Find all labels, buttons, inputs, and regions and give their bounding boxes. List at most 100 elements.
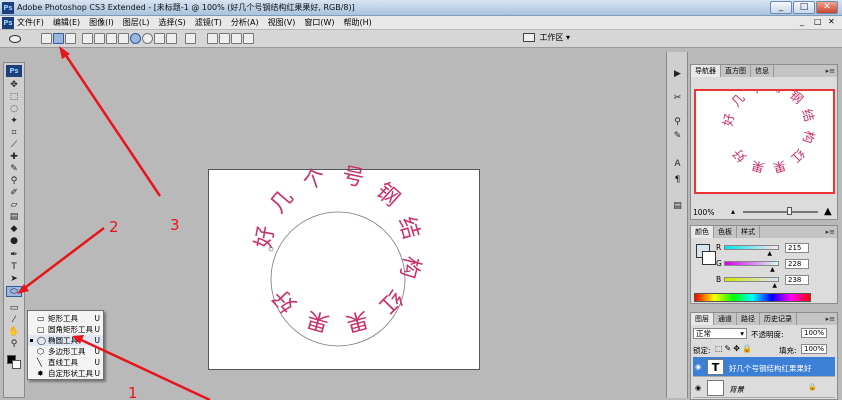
doc-close-button[interactable]: ✕ (828, 17, 835, 26)
tab-navigator[interactable]: 导航器 (691, 65, 721, 77)
dodge-tool-icon[interactable]: ● (7, 236, 21, 247)
workspace-switcher[interactable]: 工作区 ▾ (523, 32, 570, 43)
crop-tool-icon[interactable]: ⌗ (7, 128, 21, 139)
add-path-icon[interactable] (207, 33, 218, 44)
tab-swatches[interactable]: 色板 (714, 226, 737, 238)
layers-panel-menu-icon[interactable]: ▸≡ (826, 313, 835, 325)
pen-tool-icon[interactable] (82, 33, 93, 44)
zoom-out-icon[interactable]: ▴ (731, 207, 735, 216)
color-bg-swatch[interactable] (702, 251, 716, 265)
pen-tool-box-icon[interactable]: ✒ (7, 250, 21, 261)
layer-row-background[interactable]: ◉ 背景 🔒 (693, 378, 835, 398)
menu-image[interactable]: 图像(I) (89, 17, 114, 28)
healing-brush-icon[interactable]: ✚ (7, 152, 21, 163)
layer-name[interactable]: 好几个号钢结构红果果好 (729, 363, 812, 374)
flyout-item-line[interactable]: ╲ 直线工具 U (28, 357, 103, 368)
ellipse-tool-icon[interactable]: ⬭ (6, 286, 22, 297)
tab-paths[interactable]: 路径 (737, 313, 760, 325)
layer-comps-icon[interactable]: ▤ (671, 200, 684, 212)
paragraph-icon[interactable]: ¶ (671, 174, 684, 186)
channel-g-value[interactable]: 228 (785, 259, 809, 269)
freeform-pen-icon[interactable] (94, 33, 105, 44)
blend-mode-select[interactable]: 正常 ▾ (693, 328, 747, 339)
brush-tool-icon[interactable]: ✎ (7, 164, 21, 175)
maximize-button[interactable]: □ (793, 1, 815, 14)
tab-info[interactable]: 信息 (751, 65, 774, 77)
fill-input[interactable]: 100% (801, 344, 827, 354)
channel-g-marker[interactable]: ▲ (770, 266, 775, 273)
visibility-eye-icon[interactable]: ◉ (695, 363, 701, 371)
magic-wand-tool-icon[interactable]: ✦ (7, 116, 21, 127)
play-action-icon[interactable]: ▶ (671, 68, 684, 80)
channel-r-value[interactable]: 215 (785, 243, 809, 253)
zoom-slider-track[interactable] (743, 211, 818, 213)
lock-options-icon[interactable]: ⬚✎✥🔒 (715, 344, 754, 353)
channel-b-slider[interactable] (724, 277, 779, 282)
exclude-path-icon[interactable] (243, 33, 254, 44)
doc-restore-button[interactable]: □ (814, 17, 822, 26)
channel-r-marker[interactable]: ▲ (767, 250, 772, 257)
line-shape-icon[interactable] (154, 33, 165, 44)
notes-tool-icon[interactable]: ▭ (7, 303, 21, 314)
doc-minimize-button[interactable]: _ (800, 17, 804, 26)
shape-layers-icon[interactable] (41, 33, 52, 44)
tab-layers[interactable]: 图层 (691, 313, 714, 325)
flyout-item-ellipse[interactable]: ◯ 椭圆工具 U (28, 335, 103, 346)
slice-tool-icon[interactable]: ⟋ (7, 140, 21, 151)
lasso-tool-icon[interactable]: ◌ (7, 104, 21, 115)
hand-tool-icon[interactable]: ✋ (7, 327, 21, 338)
panel-menu-icon[interactable]: ▸≡ (826, 65, 835, 77)
eyedropper-tool-icon[interactable]: ⁄ (7, 315, 21, 326)
type-tool-icon[interactable]: T (7, 262, 21, 273)
blur-tool-icon[interactable]: ◆ (7, 224, 21, 235)
rounded-rect-shape-icon[interactable] (118, 33, 129, 44)
custom-shape-icon[interactable] (166, 33, 177, 44)
flyout-item-polygon[interactable]: ⬡ 多边形工具 U (28, 346, 103, 357)
channel-b-marker[interactable]: ▲ (772, 282, 777, 289)
flyout-item-custom-shape[interactable]: ✸ 自定形状工具 U (28, 368, 103, 379)
history-brush-icon[interactable]: ✐ (7, 188, 21, 199)
layer-name[interactable]: 背景 (729, 384, 744, 395)
rectangle-shape-icon[interactable] (106, 33, 117, 44)
minimize-button[interactable]: _ (770, 1, 792, 14)
tool-preset-ellipse-icon[interactable] (9, 35, 21, 43)
polygon-shape-icon[interactable] (142, 33, 153, 44)
zoom-slider-handle[interactable] (787, 207, 792, 215)
tools-icon[interactable]: ✂ (671, 92, 684, 104)
layer-row-text[interactable]: ◉ T 好几个号钢结构红果果好 (693, 357, 835, 377)
intersect-path-icon[interactable] (231, 33, 242, 44)
tab-histogram[interactable]: 直方图 (721, 65, 751, 77)
menu-window[interactable]: 窗口(W) (304, 17, 334, 28)
menu-analysis[interactable]: 分析(A) (231, 17, 259, 28)
geometry-options-icon[interactable] (185, 33, 196, 44)
menu-view[interactable]: 视图(V) (268, 17, 296, 28)
navigator-thumbnail[interactable]: 好几个号钢结构红果果好 (694, 78, 835, 194)
tab-styles[interactable]: 样式 (737, 226, 760, 238)
menu-edit[interactable]: 编辑(E) (53, 17, 80, 28)
character-icon[interactable]: A (671, 158, 684, 170)
clone-stamp-icon[interactable]: ⚲ (7, 176, 21, 187)
menu-select[interactable]: 选择(S) (158, 17, 185, 28)
flyout-item-rectangle[interactable]: ▭ 矩形工具 U (28, 313, 103, 324)
marquee-tool-icon[interactable]: ⬚ (7, 92, 21, 103)
color-panel-menu-icon[interactable]: ▸≡ (826, 226, 835, 238)
visibility-eye-icon[interactable]: ◉ (695, 384, 701, 392)
opacity-input[interactable]: 100% (801, 328, 827, 338)
zoom-tool-icon[interactable]: ⚲ (7, 339, 21, 350)
color-spectrum-ramp[interactable] (694, 293, 811, 302)
paths-mode-icon[interactable] (53, 33, 64, 44)
eraser-tool-icon[interactable]: ▱ (7, 200, 21, 211)
flyout-item-rounded-rectangle[interactable]: ▢ 圆角矩形工具 U (28, 324, 103, 335)
channel-b-value[interactable]: 238 (785, 275, 809, 285)
tab-color[interactable]: 颜色 (691, 226, 714, 238)
move-tool-icon[interactable]: ✥ (7, 80, 21, 91)
clone-source-icon[interactable]: ⚲ (671, 116, 684, 128)
close-button[interactable]: ✕ (816, 1, 838, 14)
ellipse-shape-icon[interactable] (130, 33, 141, 44)
menu-layer[interactable]: 图层(L) (123, 17, 150, 28)
menu-file[interactable]: 文件(F) (17, 17, 44, 28)
brushes-icon[interactable]: ✎ (671, 130, 684, 142)
subtract-path-icon[interactable] (219, 33, 230, 44)
navigator-zoom-value[interactable]: 100% (693, 208, 714, 217)
path-selection-icon[interactable]: ➤ (7, 274, 21, 285)
